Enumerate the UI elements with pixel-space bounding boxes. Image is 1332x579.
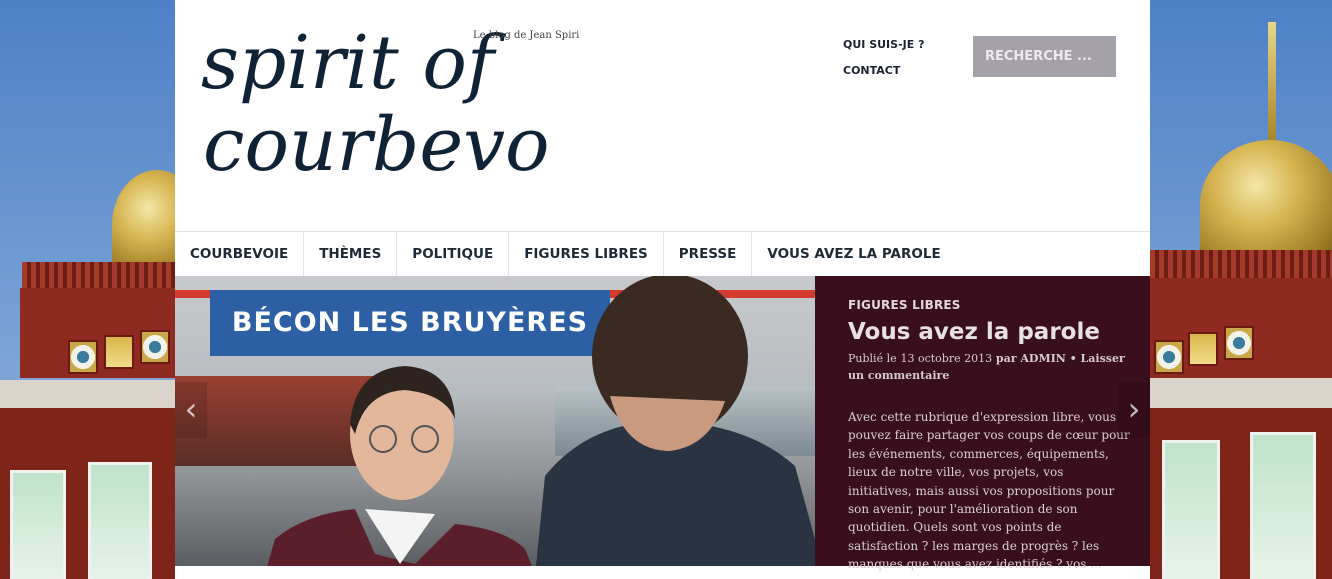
slide-category[interactable]: FIGURES LIBRES	[848, 298, 1130, 312]
search-input[interactable]	[973, 36, 1116, 77]
logo-text-line2: courbevoie	[203, 102, 553, 188]
person-photo	[267, 366, 532, 566]
slide-photo[interactable]: BÉCON LES BRUYÈRES ‹	[175, 276, 815, 566]
main-nav: COURBEVOIE THÈMES POLITIQUE FIGURES LIBR…	[175, 231, 1150, 277]
link-qui-suis-je[interactable]: QUI SUIS-JE ?	[843, 38, 924, 51]
slide-title[interactable]: Vous avez la parole	[848, 318, 1130, 346]
nav-item-themes[interactable]: THÈMES	[304, 232, 398, 277]
nav-item-figures-libres[interactable]: FIGURES LIBRES	[509, 232, 664, 277]
background-building-left	[0, 0, 175, 579]
chevron-right-icon: ›	[1127, 390, 1141, 428]
page-container: spirit of courbevoie Le blog de Jean Spi…	[175, 0, 1150, 579]
slide-caption: FIGURES LIBRES Vous avez la parole Publi…	[815, 276, 1150, 571]
search-box	[973, 36, 1116, 77]
link-contact[interactable]: CONTACT	[843, 64, 924, 77]
site-tagline: Le blog de Jean Spiri	[473, 30, 580, 41]
top-links: QUI SUIS-JE ? CONTACT	[843, 38, 924, 90]
person-back-photo	[536, 276, 815, 566]
chevron-left-icon: ‹	[184, 390, 198, 428]
nav-item-vous-avez-la-parole[interactable]: VOUS AVEZ LA PAROLE	[752, 232, 955, 277]
site-header: spirit of courbevoie Le blog de Jean Spi…	[175, 0, 1150, 231]
logo-text-line1: spirit of	[201, 20, 506, 106]
nav-item-politique[interactable]: POLITIQUE	[397, 232, 510, 277]
featured-slider: BÉCON LES BRUYÈRES ‹ FIGURES LIBRES Vous…	[175, 276, 1150, 571]
slider-next-button[interactable]: ›	[1118, 382, 1150, 438]
slide-excerpt: Avec cette rubrique d'expression libre, …	[848, 410, 1130, 572]
slider-prev-button[interactable]: ‹	[175, 382, 207, 438]
nav-item-courbevoie[interactable]: COURBEVOIE	[175, 232, 305, 277]
slide-meta: Publié le 13 octobre 2013 par ADMIN • La…	[848, 352, 1125, 382]
nav-item-presse[interactable]: PRESSE	[664, 232, 753, 277]
background-building-right	[1150, 0, 1332, 579]
